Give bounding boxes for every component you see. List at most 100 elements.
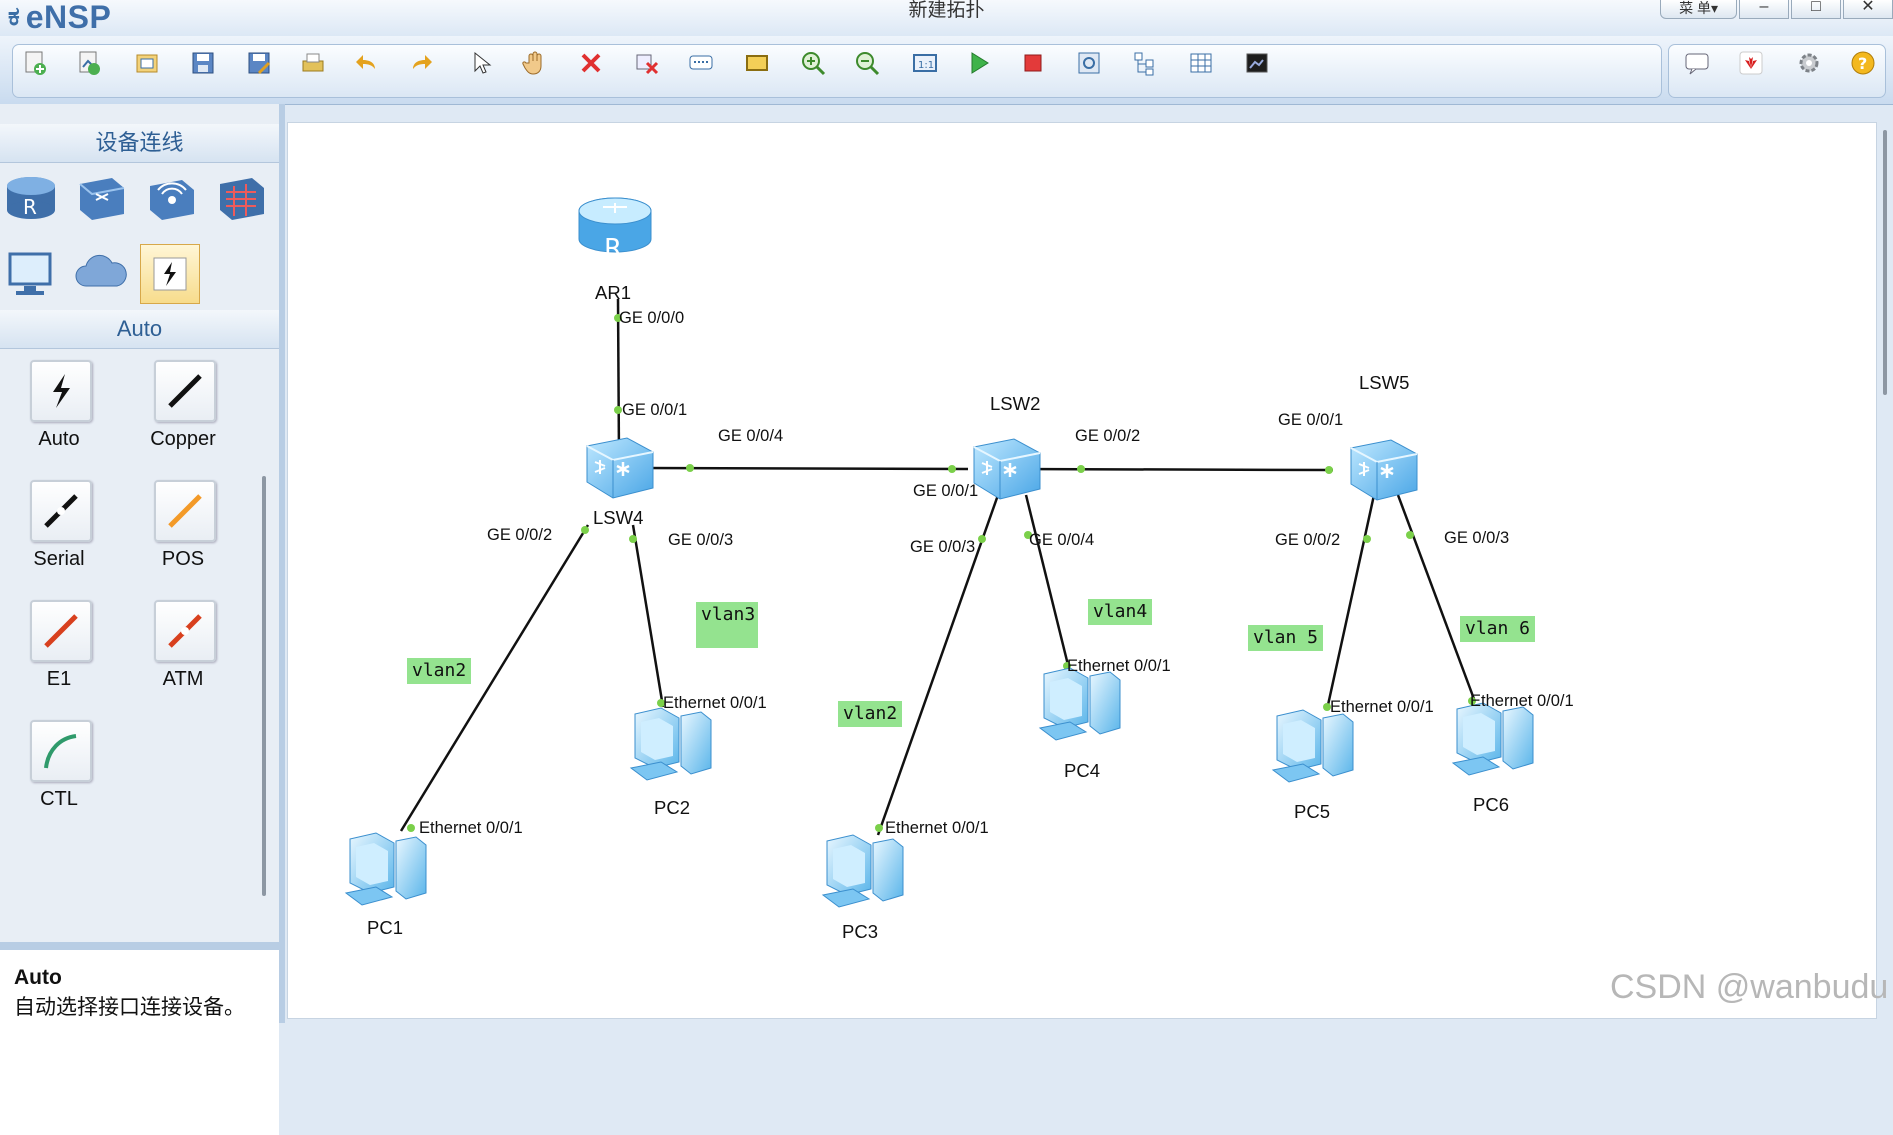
cable-ctl[interactable]: CTL xyxy=(0,712,124,824)
open-file-icon[interactable] xyxy=(132,48,162,78)
cable-atm[interactable]: ATM xyxy=(124,592,248,704)
delete-icon[interactable] xyxy=(576,48,606,78)
zoom-out-icon[interactable] xyxy=(852,48,882,78)
pc6-icon[interactable] xyxy=(1452,702,1534,776)
port-label-lsw5-ge002: GE 0/0/2 xyxy=(1275,531,1340,549)
menu-button[interactable]: 菜 单▾ xyxy=(1660,0,1737,19)
vlan-label-pc4[interactable]: vlan4 xyxy=(1088,599,1153,625)
cable-serial[interactable]: Serial xyxy=(0,472,124,584)
huawei-logo-icon[interactable] xyxy=(1736,48,1766,78)
vlan-label-pc2[interactable]: vlan3 xyxy=(696,602,758,648)
pc-category-icon[interactable] xyxy=(2,244,60,302)
window-title: 新建拓扑 xyxy=(908,0,985,21)
pan-hand-icon[interactable] xyxy=(520,48,550,78)
link-lsw5-pc5[interactable] xyxy=(1326,494,1376,706)
capture-data-icon[interactable] xyxy=(1074,48,1104,78)
text-annotation-icon[interactable] xyxy=(686,48,716,78)
start-device-icon[interactable] xyxy=(964,48,994,78)
pc4-icon[interactable] xyxy=(1039,667,1121,741)
screenshot-icon[interactable] xyxy=(1242,48,1272,78)
zoom-in-icon[interactable] xyxy=(798,48,828,78)
router-ar1[interactable]: R xyxy=(578,197,652,264)
stop-device-icon[interactable] xyxy=(1018,48,1048,78)
watermark: CSDN @wanbudu xyxy=(1610,968,1889,1006)
link-lsw2-pc4[interactable] xyxy=(1024,494,1070,666)
switch-lsw4[interactable] xyxy=(585,436,655,500)
close-button[interactable]: ✕ xyxy=(1843,0,1893,19)
pc1-icon[interactable] xyxy=(345,832,427,906)
description-panel: Auto 自动选择接口连接设备。 xyxy=(0,942,279,1135)
node-label-pc1: PC1 xyxy=(367,917,403,938)
vlan-label-pc3[interactable]: vlan2 xyxy=(838,701,903,727)
port-label-pc6-eth: Ethernet 0/0/1 xyxy=(1470,692,1574,710)
settings-gear-icon[interactable] xyxy=(1794,48,1824,78)
cable-e1[interactable]: E1 xyxy=(0,592,124,704)
firewall-category-icon[interactable] xyxy=(212,168,270,226)
pc3-icon[interactable] xyxy=(822,834,904,908)
minimize-button[interactable]: – xyxy=(1739,0,1789,19)
select-pointer-icon[interactable] xyxy=(466,48,496,78)
grid-table-icon[interactable] xyxy=(1186,48,1216,78)
router-category-icon[interactable]: R xyxy=(2,168,60,226)
node-label-pc5: PC5 xyxy=(1294,801,1330,822)
devices-header: 设备连线 xyxy=(0,124,279,163)
vlan-label-pc1[interactable]: vlan2 xyxy=(407,658,472,684)
port-label-pc1-eth: Ethernet 0/0/1 xyxy=(419,819,523,837)
node-label-lsw4: LSW4 xyxy=(593,507,643,528)
new-example-icon[interactable] xyxy=(74,48,104,78)
link-lsw4-pc2[interactable] xyxy=(631,524,665,708)
vlan-label-pc6[interactable]: vlan 6 xyxy=(1460,616,1536,642)
port-label-lsw4-ge004: GE 0/0/4 xyxy=(718,427,783,445)
node-label-pc4: PC4 xyxy=(1064,760,1100,781)
node-label-lsw2: LSW2 xyxy=(990,393,1040,414)
port-label-ar1-ge000: GE 0/0/0 xyxy=(619,309,684,327)
port-label-lsw5-ge003: GE 0/0/3 xyxy=(1444,529,1509,547)
device-sidebar: 设备连线 R Auto Auto Copper Serial POS E1 AT… xyxy=(0,104,285,1135)
switch-lsw5[interactable] xyxy=(1349,438,1419,502)
topology-tree-icon[interactable] xyxy=(1130,48,1160,78)
cable-pos[interactable]: POS xyxy=(124,472,248,584)
chat-forum-icon[interactable] xyxy=(1682,48,1712,78)
wireless-category-icon[interactable] xyxy=(142,168,200,226)
pc2-icon[interactable] xyxy=(630,707,712,781)
print-icon[interactable] xyxy=(298,48,328,78)
link-lsw2-lsw5[interactable] xyxy=(995,467,1334,472)
pc5-icon[interactable] xyxy=(1272,709,1354,783)
switch-category-icon[interactable] xyxy=(72,168,130,226)
main-toolbar: 1:1 ? xyxy=(0,36,1893,105)
undo-icon[interactable] xyxy=(352,48,382,78)
link-lsw5-pc6[interactable] xyxy=(1396,494,1476,700)
new-topology-icon[interactable] xyxy=(20,48,50,78)
port-label-lsw2-ge002: GE 0/0/2 xyxy=(1075,427,1140,445)
port-label-pc3-eth: Ethernet 0/0/1 xyxy=(885,819,989,837)
save-as-icon[interactable] xyxy=(244,48,274,78)
svg-text:1:1: 1:1 xyxy=(918,60,934,71)
sidebar-scrollbar[interactable] xyxy=(262,476,266,896)
title-bar: ಕ eNSP 新建拓扑 菜 单▾ – □ ✕ xyxy=(0,0,1893,36)
rectangle-tool-icon[interactable] xyxy=(742,48,772,78)
maximize-button[interactable]: □ xyxy=(1791,0,1841,19)
fit-view-icon[interactable]: 1:1 xyxy=(910,48,940,78)
port-label-lsw5-ge001: GE 0/0/1 xyxy=(1278,411,1343,429)
help-icon[interactable]: ? xyxy=(1848,48,1878,78)
topology-canvas[interactable]: R AR1 LSW4 LSW2 LSW5 PC1 PC2 PC3 PC4 PC5… xyxy=(287,122,1877,1019)
node-label-pc2: PC2 xyxy=(654,797,690,818)
canvas-vertical-scrollbar[interactable] xyxy=(1883,130,1887,395)
redo-icon[interactable] xyxy=(406,48,436,78)
router-r-glyph: R xyxy=(604,234,622,264)
switch-lsw2[interactable] xyxy=(972,437,1042,501)
cable-category-icon[interactable] xyxy=(140,244,200,304)
cloud-category-icon[interactable] xyxy=(72,244,130,302)
port-label-lsw2-ge001: GE 0/0/1 xyxy=(913,482,978,500)
port-label-lsw4-ge003: GE 0/0/3 xyxy=(668,531,733,549)
description-title: Auto xyxy=(14,966,62,989)
description-text: 自动选择接口连接设备。 xyxy=(14,996,245,1019)
cable-copper[interactable]: Copper xyxy=(124,352,248,464)
vlan-label-pc5[interactable]: vlan 5 xyxy=(1248,625,1324,651)
topology-diagram: R AR1 LSW4 LSW2 LSW5 PC1 PC2 PC3 PC4 PC5… xyxy=(345,197,1574,942)
node-label-ar1: AR1 xyxy=(595,282,631,303)
delete-link-icon[interactable] xyxy=(632,48,662,78)
save-icon[interactable] xyxy=(188,48,218,78)
cable-auto[interactable]: Auto xyxy=(0,352,124,464)
node-label-pc6: PC6 xyxy=(1473,794,1509,815)
